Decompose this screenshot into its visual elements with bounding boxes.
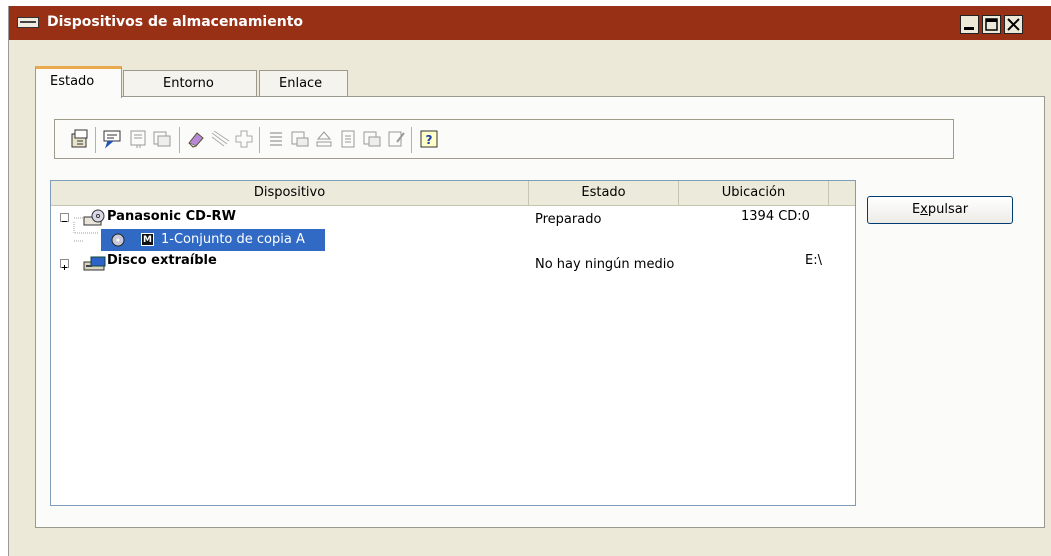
maximize-button[interactable]	[982, 15, 1001, 34]
device-location: 1394 CD:0	[741, 209, 810, 224]
shield-icon[interactable]	[209, 128, 231, 150]
tab-label: Enlace	[279, 76, 323, 91]
list-header: Dispositivo Estado Ubicación	[51, 181, 855, 206]
column-header-estado[interactable]: Estado	[529, 181, 679, 205]
storage-devices-window: Dispositivos de almacenamiento Estado En…	[8, 6, 1051, 556]
minimize-icon	[964, 27, 974, 30]
device-status: Preparado	[535, 212, 602, 227]
collapse-toggle[interactable]	[60, 213, 69, 222]
list-icon[interactable]	[265, 128, 287, 150]
tab-enlace[interactable]: Enlace	[259, 70, 348, 97]
maximize-icon	[985, 18, 998, 31]
print-device-icon[interactable]	[289, 128, 311, 150]
device-location: E:\	[805, 253, 822, 268]
add-icon[interactable]	[233, 128, 255, 150]
tab-estado[interactable]: Estado	[35, 66, 122, 98]
media-badge: M	[141, 233, 154, 246]
device-copy-icon[interactable]	[151, 128, 173, 150]
title-bar[interactable]: Dispositivos de almacenamiento	[9, 6, 1051, 40]
close-button[interactable]	[1004, 15, 1023, 34]
help-icon[interactable]: ?	[418, 128, 440, 150]
device-settings-icon[interactable]	[127, 128, 149, 150]
device-status: No hay ningún medio	[535, 257, 675, 272]
close-icon	[1007, 18, 1020, 31]
svg-text:?: ?	[426, 133, 433, 147]
tree-row-panasonic[interactable]: Panasonic CD-RW Preparado 1394 CD:0	[51, 207, 851, 229]
eject-tray-icon[interactable]	[313, 128, 335, 150]
disc-icon	[111, 233, 125, 247]
tab-label: Entorno	[163, 76, 214, 91]
tab-entorno[interactable]: Entorno	[123, 70, 257, 97]
eject-mnemonic: x	[920, 202, 928, 217]
toolbar: ?	[54, 119, 954, 159]
storage-device-icon	[17, 17, 39, 28]
cd-drive-icon	[83, 209, 105, 226]
erase-icon[interactable]	[185, 128, 207, 150]
tree-row-removable-disk[interactable]: Disco extraíble No hay ningún medio E:\	[51, 253, 851, 275]
removable-disk-icon	[83, 256, 106, 271]
column-header-ubicacion[interactable]: Ubicación	[679, 181, 829, 205]
device-list[interactable]: Dispositivo Estado Ubicación Panasonic C…	[50, 180, 856, 506]
messages-icon[interactable]	[101, 128, 123, 150]
document-icon[interactable]	[337, 128, 359, 150]
notes-icon[interactable]	[385, 128, 407, 150]
minimize-button[interactable]	[960, 15, 979, 34]
tab-label: Estado	[50, 74, 95, 89]
device-export-icon[interactable]	[361, 128, 383, 150]
tree-row-backup-set[interactable]: M 1-Conjunto de copia A	[101, 229, 325, 251]
window-title: Dispositivos de almacenamiento	[47, 14, 304, 30]
expand-toggle[interactable]	[60, 259, 69, 270]
properties-icon[interactable]	[69, 128, 91, 150]
eject-button[interactable]: Expulsar	[867, 196, 1013, 224]
device-name: Panasonic CD-RW	[107, 209, 236, 224]
media-name: 1-Conjunto de copia A	[161, 232, 305, 247]
device-name: Disco extraíble	[107, 253, 217, 268]
tab-panel-estado: ? Dispositivo Estado Ubicación Panasonic…	[35, 96, 1045, 528]
